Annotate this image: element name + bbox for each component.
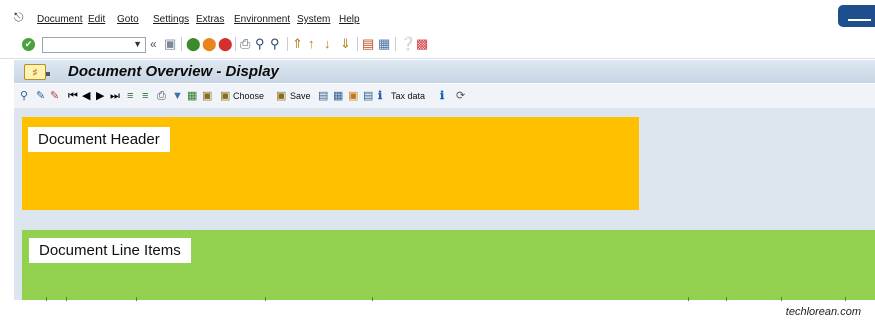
find-next-icon[interactable]: ⚲ — [270, 36, 280, 52]
exit-menu-icon[interactable]: ⎋ — [14, 10, 24, 25]
menu-goto[interactable]: Goto — [117, 14, 139, 25]
print-list-icon[interactable]: ⎙ — [157, 89, 166, 103]
menu-system[interactable]: System — [297, 14, 330, 25]
previous-page-icon[interactable]: ↑ — [308, 36, 315, 52]
zoom-icon[interactable]: ⚲ — [20, 89, 28, 103]
attachment-icon[interactable]: ▦ — [333, 89, 343, 103]
sort-ascending-icon[interactable]: ≡ — [127, 89, 133, 103]
customize-layout-icon[interactable]: ▩ — [416, 36, 428, 52]
tax-info-icon[interactable]: ℹ — [378, 89, 382, 103]
dropdown-arrow-icon[interactable]: ▼ — [133, 39, 142, 49]
window-menu-tab[interactable] — [838, 5, 875, 27]
column-divider — [726, 297, 727, 301]
first-page-icon[interactable]: ⇑ — [292, 36, 303, 52]
menu-environment[interactable]: Environment — [234, 14, 290, 25]
ok-icon[interactable]: ✔ — [22, 38, 35, 51]
document-header-label: Document Header — [28, 127, 170, 152]
edit-pencil-icon[interactable]: ✎ — [36, 89, 45, 103]
choose-icon[interactable]: ▣ — [220, 89, 230, 103]
document-line-items-label: Document Line Items — [29, 238, 191, 263]
menu-help[interactable]: Help — [339, 14, 360, 25]
back-history-icon[interactable]: « — [150, 36, 157, 52]
shortcut-icon[interactable]: ▦ — [378, 36, 390, 52]
column-divider — [781, 297, 782, 301]
calculator-icon[interactable]: ▤ — [363, 89, 373, 103]
layout-icon[interactable]: ▣ — [202, 89, 212, 103]
info-icon[interactable]: ℹ — [440, 89, 444, 103]
menu-edit[interactable]: Edit — [88, 14, 105, 25]
document-icon: ♯ — [24, 64, 46, 80]
previous-item-icon[interactable]: ◀ — [82, 89, 90, 103]
sort-descending-icon[interactable]: ≡ — [142, 89, 148, 103]
page-title: Document Overview - Display — [68, 63, 279, 80]
next-item-icon[interactable]: ▶ — [96, 89, 104, 103]
column-divider — [372, 297, 373, 301]
watermark-credit: techlorean.com — [785, 306, 861, 318]
cancel-icon[interactable]: ⬤ — [218, 36, 233, 52]
last-item-icon[interactable]: ⏭ — [110, 89, 120, 103]
column-divider — [265, 297, 266, 301]
title-marker — [46, 72, 50, 76]
next-page-icon[interactable]: ↓ — [324, 36, 331, 52]
print-icon[interactable]: ⎙ — [240, 36, 250, 52]
toolbar-separator — [395, 37, 396, 51]
display-change-icon[interactable]: ✎ — [50, 89, 59, 103]
column-divider — [136, 297, 137, 301]
refresh-icon[interactable]: ⟳ — [456, 89, 465, 103]
column-divider — [688, 297, 689, 301]
tax-data-button[interactable]: Tax data — [391, 91, 425, 101]
menu-settings[interactable]: Settings — [153, 14, 189, 25]
toolbar-separator — [181, 37, 182, 51]
back-icon[interactable]: ⬤ — [186, 36, 201, 52]
filter-icon[interactable]: ▼ — [172, 89, 183, 103]
toolbar-separator — [287, 37, 288, 51]
column-divider — [46, 297, 47, 301]
spreadsheet-icon[interactable]: ▦ — [187, 89, 197, 103]
save-icon[interactable]: ▣ — [164, 36, 176, 52]
first-item-icon[interactable]: ⏮ — [68, 89, 78, 103]
create-session-icon[interactable]: ▤ — [362, 36, 374, 52]
help-icon[interactable]: ❔ — [400, 36, 416, 52]
command-field[interactable]: ▼ — [42, 37, 146, 53]
exit-icon[interactable]: ⬤ — [202, 36, 217, 52]
choose-button[interactable]: Choose — [233, 91, 264, 101]
menu-extras[interactable]: Extras — [196, 14, 224, 25]
toolbar-separator — [235, 37, 236, 51]
display-document-icon[interactable]: ▤ — [318, 89, 328, 103]
menu-document[interactable]: Document — [37, 14, 83, 25]
find-icon[interactable]: ⚲ — [255, 36, 265, 52]
save-button[interactable]: Save — [290, 91, 311, 101]
last-page-icon[interactable]: ⇓ — [340, 36, 351, 52]
toolbar-separator — [357, 37, 358, 51]
save-layout-icon[interactable]: ▣ — [276, 89, 286, 103]
column-divider — [66, 297, 67, 301]
copy-icon[interactable]: ▣ — [348, 89, 358, 103]
column-divider — [845, 297, 846, 301]
